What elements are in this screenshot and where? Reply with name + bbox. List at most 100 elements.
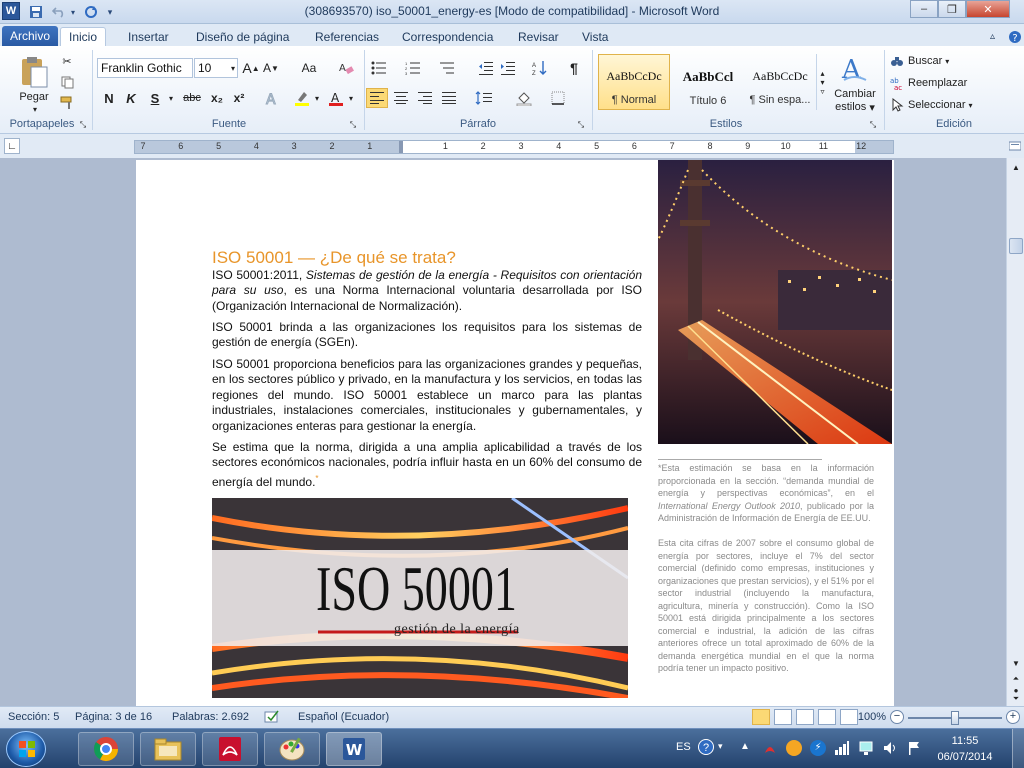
paragraph-launcher-icon[interactable]: ⤡ (576, 120, 586, 130)
tab-inicio[interactable]: Inicio (60, 27, 107, 46)
grow-font-button[interactable]: A ▲ (242, 58, 260, 78)
bold-button[interactable]: N (100, 88, 118, 108)
tab-archivo[interactable]: Archivo (2, 26, 59, 46)
zoom-slider-thumb[interactable] (951, 711, 959, 725)
underline-button[interactable]: S (146, 88, 164, 108)
font-name-combo[interactable]: Franklin Gothic (97, 58, 193, 78)
styles-launcher-icon[interactable]: ⤡ (868, 120, 878, 130)
align-center-icon[interactable] (390, 88, 412, 108)
change-case-button[interactable]: Aa (296, 58, 322, 78)
taskbar-word[interactable]: W (326, 732, 382, 766)
subscript-button[interactable]: x₂ (208, 88, 226, 108)
styles-scroll-icon[interactable]: ▴ ▾ ▿ (816, 54, 828, 110)
copy-icon[interactable] (58, 73, 76, 91)
next-page-icon[interactable]: ⏷ (1009, 694, 1023, 704)
tab-referencias[interactable]: Referencias (307, 27, 387, 46)
maximize-button[interactable]: ❐ (938, 0, 966, 18)
ruler-indent-marker[interactable] (399, 141, 403, 153)
close-button[interactable]: ✕ (966, 0, 1010, 18)
show-hidden-icons-icon[interactable]: ▲ (740, 741, 750, 752)
select-button[interactable]: Seleccionar ▾ (890, 96, 1020, 114)
shrink-font-button[interactable]: A ▼ (262, 58, 280, 78)
multilevel-list-icon[interactable] (436, 58, 458, 78)
view-ruler-icon[interactable] (1008, 138, 1022, 154)
bullets-icon[interactable] (368, 58, 390, 78)
decrease-indent-icon[interactable] (476, 58, 496, 78)
status-section[interactable]: Sección: 5 (8, 711, 59, 723)
line-spacing-icon[interactable] (472, 88, 496, 108)
find-button[interactable]: Buscar ▾ (890, 52, 1020, 70)
strikethrough-button[interactable]: abc (180, 88, 204, 108)
tab-correspondencia[interactable]: Correspondencia (394, 27, 501, 46)
input-language[interactable]: ES (676, 741, 691, 753)
tray-acrobat-icon[interactable] (762, 740, 778, 756)
prev-page-icon[interactable]: ⏶ (1009, 672, 1023, 686)
show-desktop-button[interactable] (1012, 729, 1024, 768)
text-effects-icon[interactable]: A (262, 88, 282, 108)
font-color-icon[interactable]: A (326, 88, 346, 108)
highlight-dropdown-icon[interactable]: ▾ (312, 92, 322, 104)
italic-button[interactable]: K (122, 88, 140, 108)
status-words[interactable]: Palabras: 2.692 (172, 711, 249, 723)
tray-volume-icon[interactable] (882, 740, 898, 756)
help-icon[interactable]: ? (1000, 27, 1024, 46)
font-launcher-icon[interactable]: ⤡ (348, 120, 358, 130)
font-color-dropdown-icon[interactable]: ▾ (346, 92, 356, 104)
change-styles-icon[interactable]: A (838, 52, 870, 84)
paste-icon[interactable] (14, 52, 54, 92)
tray-avast-icon[interactable] (786, 740, 802, 756)
paste-button[interactable]: Pegar (14, 90, 54, 104)
zoom-level[interactable]: 100% (852, 711, 886, 723)
tray-update-icon[interactable]: ⚡ (810, 740, 826, 756)
taskbar-explorer[interactable] (140, 732, 196, 766)
numbering-icon[interactable]: 123 (402, 58, 424, 78)
view-print-layout-icon[interactable] (752, 709, 770, 725)
sort-icon[interactable]: AZ (530, 58, 550, 78)
taskbar-acrobat[interactable] (202, 732, 258, 766)
paste-dropdown-icon[interactable]: ▾ (30, 104, 40, 114)
language-options-icon[interactable]: ▾ (718, 741, 723, 752)
change-styles-label-1[interactable]: Cambiar (830, 88, 880, 100)
zoom-in-icon[interactable]: + (1006, 710, 1020, 724)
clock-date[interactable]: 06/07/2014 (930, 751, 1000, 763)
zoom-out-icon[interactable]: − (890, 710, 904, 724)
cut-icon[interactable]: ✂ (58, 52, 76, 70)
view-outline-icon[interactable] (818, 709, 836, 725)
tab-selector-icon[interactable]: ∟ (4, 138, 20, 154)
language-help-icon[interactable]: ? (698, 739, 714, 755)
tab-diseno-pagina[interactable]: Diseño de página (188, 27, 297, 46)
tab-vista[interactable]: Vista (574, 27, 616, 46)
tray-network-icon[interactable] (834, 740, 850, 756)
shading-icon[interactable] (512, 88, 536, 108)
style-titulo-6[interactable]: AaBbCcl Título 6 (672, 54, 744, 110)
status-page[interactable]: Página: 3 de 16 (75, 711, 152, 723)
start-button[interactable] (6, 731, 46, 767)
style-sin-espaciado[interactable]: AaBbCcDc ¶ Sin espa... (744, 54, 816, 110)
tab-insertar[interactable]: Insertar (120, 27, 177, 46)
tray-network-2-icon[interactable] (858, 740, 874, 756)
scroll-up-icon[interactable]: ▲ (1009, 160, 1023, 174)
taskbar-paint[interactable] (264, 732, 320, 766)
clock-time[interactable]: 11:55 (930, 735, 1000, 747)
borders-icon[interactable] (546, 88, 570, 108)
font-size-dropdown-icon[interactable]: ▾ (228, 60, 238, 76)
replace-button[interactable]: ab ac Reemplazar (890, 74, 1020, 92)
vertical-scrollbar[interactable]: ▲ ▼ ⏶ ● ⏷ (1006, 158, 1024, 706)
view-full-screen-icon[interactable] (774, 709, 792, 725)
minimize-button[interactable]: – (910, 0, 938, 18)
format-painter-icon[interactable] (58, 94, 76, 112)
show-marks-button[interactable]: ¶ (564, 58, 584, 78)
align-right-icon[interactable] (414, 88, 436, 108)
align-left-icon[interactable] (366, 88, 388, 108)
style-normal[interactable]: AaBbCcDc ¶ Normal (598, 54, 670, 110)
proofing-icon[interactable] (264, 710, 280, 727)
justify-icon[interactable] (438, 88, 460, 108)
underline-dropdown-icon[interactable]: ▾ (166, 92, 176, 104)
scroll-thumb[interactable] (1009, 238, 1023, 254)
highlight-icon[interactable] (292, 88, 312, 108)
browse-object-icon[interactable]: ● (1009, 686, 1023, 695)
view-web-layout-icon[interactable] (796, 709, 814, 725)
scroll-down-icon[interactable]: ▼ (1009, 656, 1023, 670)
increase-indent-icon[interactable] (498, 58, 518, 78)
superscript-button[interactable]: x² (230, 88, 248, 108)
